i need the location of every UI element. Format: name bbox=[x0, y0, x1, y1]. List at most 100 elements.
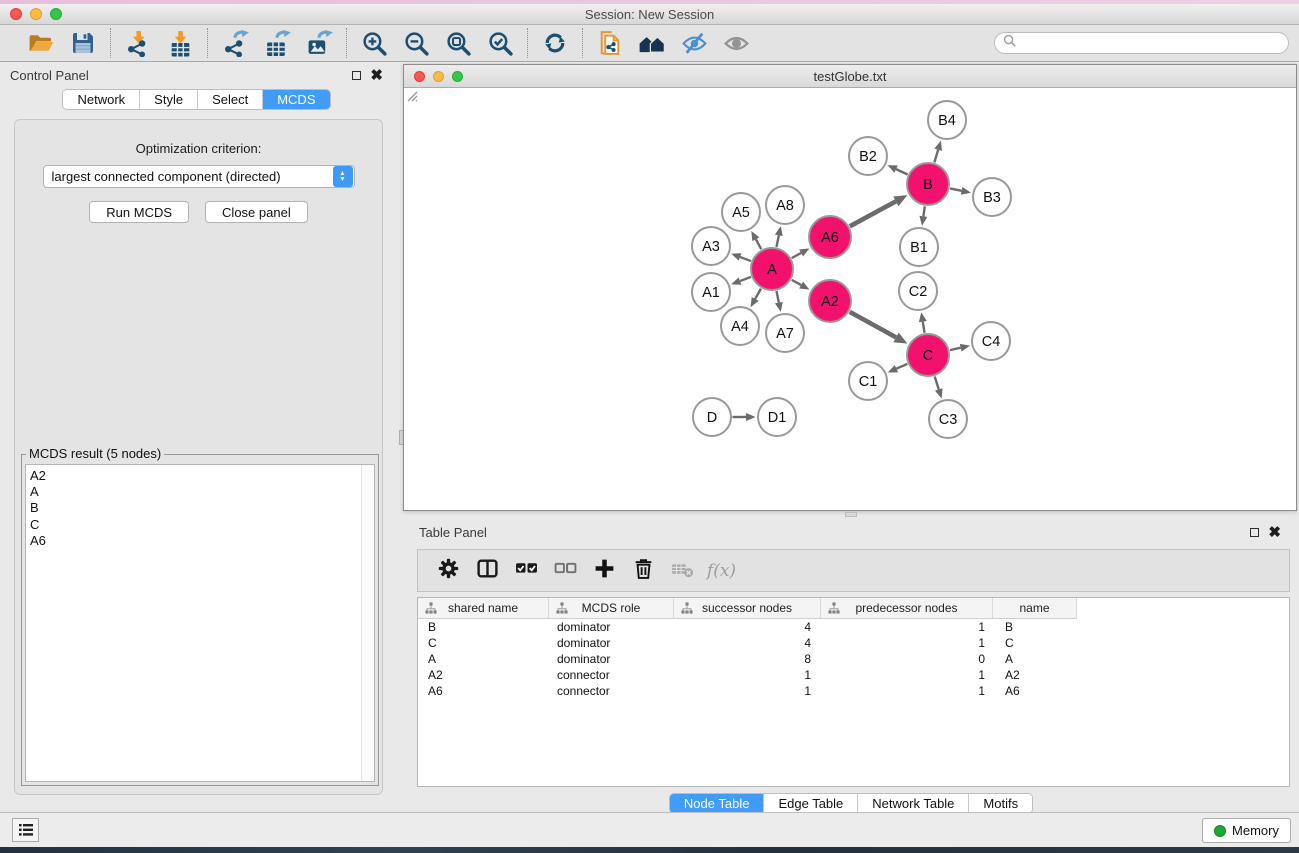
table-tab-motifs[interactable]: Motifs bbox=[968, 794, 1032, 813]
edge-C-C1[interactable] bbox=[896, 364, 907, 369]
hide-graphics-details-button[interactable] bbox=[676, 28, 712, 59]
edge-A-A7[interactable] bbox=[776, 291, 778, 303]
window-splitter-handle[interactable] bbox=[845, 512, 857, 517]
table-tab-network-table[interactable]: Network Table bbox=[857, 794, 968, 813]
edge-A-A8[interactable] bbox=[776, 235, 778, 247]
mcds-result-item[interactable]: A bbox=[30, 484, 361, 500]
deselect-all-button[interactable] bbox=[549, 554, 582, 587]
show-graphics-details-button[interactable] bbox=[718, 28, 754, 59]
edge-A-A6[interactable] bbox=[792, 253, 801, 258]
zoom-out-button[interactable] bbox=[398, 28, 434, 59]
table-row[interactable]: Adominator80A bbox=[418, 651, 1289, 667]
control-panel-title: Control Panel bbox=[10, 68, 352, 83]
close-window-icon[interactable] bbox=[10, 8, 22, 20]
table-row[interactable]: Bdominator41B bbox=[418, 619, 1289, 635]
import-table-button[interactable] bbox=[162, 28, 198, 59]
edge-B-B4[interactable] bbox=[934, 150, 938, 163]
tab-network[interactable]: Network bbox=[63, 90, 139, 109]
mcds-result-item[interactable]: B bbox=[30, 500, 361, 516]
tab-mcds[interactable]: MCDS bbox=[262, 90, 329, 109]
table-cell: B bbox=[418, 619, 549, 635]
table-row[interactable]: A6connector11A6 bbox=[418, 683, 1289, 699]
table-cell: 8 bbox=[674, 651, 821, 667]
edge-A-A1[interactable] bbox=[740, 277, 751, 281]
network-canvas[interactable]: B4B2BB3A5A8A6A3B1AA1C2A2A4A7C4CC1C3DD1 bbox=[404, 88, 1296, 510]
maximize-window-icon[interactable] bbox=[50, 8, 62, 20]
edge-A-A3[interactable] bbox=[740, 257, 751, 261]
tab-select[interactable]: Select bbox=[197, 90, 262, 109]
desktop-background-bottom bbox=[0, 847, 1299, 853]
column-header-MCDS-role[interactable]: MCDS role bbox=[549, 598, 674, 619]
float-panel-icon[interactable] bbox=[352, 71, 361, 80]
tree-icon bbox=[681, 602, 693, 617]
node-label: B4 bbox=[938, 113, 956, 129]
table-row[interactable]: A2connector11A2 bbox=[418, 667, 1289, 683]
column-header-predecessor-nodes[interactable]: predecessor nodes bbox=[821, 598, 993, 619]
search-box[interactable] bbox=[994, 32, 1289, 54]
table-cell: A2 bbox=[418, 667, 549, 683]
save-session-button[interactable] bbox=[65, 28, 101, 59]
zoom-selected-button[interactable] bbox=[482, 28, 518, 59]
column-layout-button[interactable] bbox=[471, 554, 504, 587]
table-row[interactable]: Cdominator41C bbox=[418, 635, 1289, 651]
edge-A-A2[interactable] bbox=[792, 280, 801, 285]
table-tab-node-table[interactable]: Node Table bbox=[670, 794, 764, 813]
close-panel-button[interactable]: Close panel bbox=[205, 201, 308, 223]
mcds-result-item[interactable]: A2 bbox=[30, 468, 361, 484]
export-network-button[interactable] bbox=[217, 28, 253, 59]
edge-C-C3[interactable] bbox=[935, 376, 939, 389]
network-minimize-icon[interactable] bbox=[433, 71, 444, 82]
network-close-icon[interactable] bbox=[414, 71, 425, 82]
mcds-result-item[interactable]: C bbox=[30, 517, 361, 533]
export-table-button[interactable] bbox=[259, 28, 295, 59]
table-cell: 1 bbox=[821, 667, 993, 683]
edge-A2-C[interactable] bbox=[850, 312, 896, 338]
table-close-icon[interactable]: ✖ bbox=[1268, 527, 1281, 538]
refresh-button[interactable] bbox=[537, 28, 573, 59]
edge-B-B3[interactable] bbox=[950, 188, 962, 190]
network-window-titlebar[interactable]: testGlobe.txt bbox=[404, 65, 1296, 88]
settings-gear-button[interactable] bbox=[432, 554, 465, 587]
zoom-fit-button[interactable] bbox=[440, 28, 476, 59]
network-maximize-icon[interactable] bbox=[452, 71, 463, 82]
mcds-result-group: MCDS result (5 nodes) A2ABCA6 bbox=[21, 454, 379, 786]
mcds-result-list[interactable]: A2ABCA6 bbox=[25, 464, 375, 782]
close-panel-icon[interactable]: ✖ bbox=[370, 70, 383, 81]
export-image-button[interactable] bbox=[301, 28, 337, 59]
edge-A-A5[interactable] bbox=[756, 239, 761, 249]
edge-C-C4[interactable] bbox=[950, 348, 961, 350]
column-header-name[interactable]: name bbox=[993, 598, 1077, 619]
table-float-icon[interactable] bbox=[1250, 528, 1259, 537]
memory-button[interactable]: Memory bbox=[1202, 818, 1291, 843]
tab-style[interactable]: Style bbox=[139, 90, 197, 109]
home-button[interactable] bbox=[634, 28, 670, 59]
criterion-select[interactable]: largest connected component (directed) ▲… bbox=[43, 165, 355, 188]
add-column-button[interactable] bbox=[588, 554, 621, 587]
node-table[interactable]: shared nameMCDS rolesuccessor nodesprede… bbox=[417, 597, 1290, 787]
task-history-button[interactable] bbox=[12, 818, 39, 842]
resize-grip-icon[interactable] bbox=[404, 88, 418, 102]
new-session-network-button[interactable] bbox=[592, 28, 628, 59]
edge-arrow-icon bbox=[935, 388, 943, 398]
minimize-window-icon[interactable] bbox=[30, 8, 42, 20]
app-titlebar: Session: New Session bbox=[0, 4, 1299, 25]
edge-A6-B[interactable] bbox=[850, 201, 896, 226]
search-input[interactable] bbox=[1021, 36, 1288, 50]
open-file-button[interactable] bbox=[23, 28, 59, 59]
table-tab-edge-table[interactable]: Edge Table bbox=[763, 794, 857, 813]
edge-B-B2[interactable] bbox=[896, 169, 908, 174]
node-label: A7 bbox=[776, 326, 794, 342]
edge-B-B1[interactable] bbox=[923, 206, 924, 216]
select-all-button[interactable] bbox=[510, 554, 543, 587]
mcds-result-item[interactable]: A6 bbox=[30, 533, 361, 549]
edge-A-A4[interactable] bbox=[755, 289, 761, 299]
column-header-shared-name[interactable]: shared name bbox=[418, 598, 549, 619]
export-network-icon bbox=[222, 30, 249, 57]
zoom-in-button[interactable] bbox=[356, 28, 392, 59]
run-mcds-button[interactable]: Run MCDS bbox=[89, 201, 189, 223]
column-header-successor-nodes[interactable]: successor nodes bbox=[674, 598, 821, 619]
edge-C-C2[interactable] bbox=[923, 322, 925, 333]
result-scrollbar[interactable] bbox=[361, 465, 374, 781]
delete-column-button[interactable] bbox=[627, 554, 660, 587]
import-network-button[interactable] bbox=[120, 28, 156, 59]
